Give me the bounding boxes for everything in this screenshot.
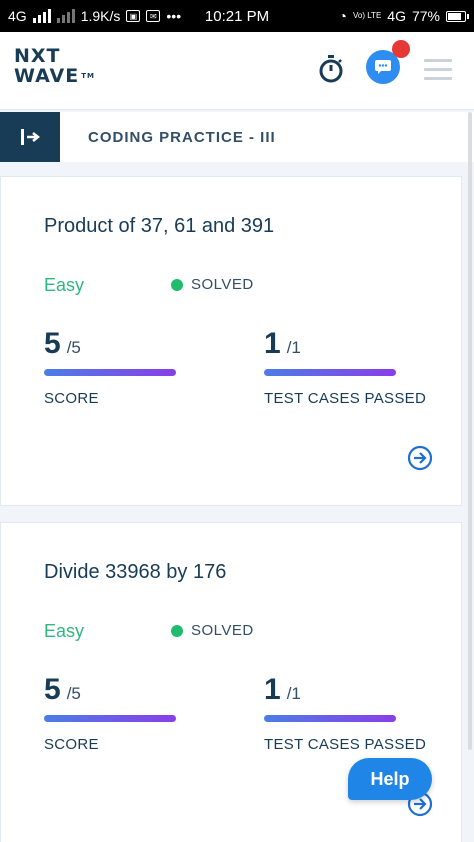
network-type-2: 4G bbox=[387, 8, 406, 24]
score-progress-bar bbox=[44, 715, 176, 722]
signal-icon-2 bbox=[56, 9, 75, 23]
mail-notification-icon: ✉ bbox=[146, 10, 161, 22]
network-type: 4G bbox=[8, 8, 27, 24]
score-label: SCORE bbox=[44, 390, 99, 407]
score-label: SCORE bbox=[44, 736, 99, 753]
score-progress-bar bbox=[44, 369, 176, 376]
breadcrumb-title: CODING PRACTICE - III bbox=[88, 129, 276, 146]
sidebar-toggle-icon bbox=[21, 129, 41, 145]
scrollbar[interactable] bbox=[468, 112, 472, 750]
score-value: 5 bbox=[44, 673, 61, 706]
problem-card[interactable]: Product of 37, 61 and 391 Easy SOLVED 5 … bbox=[0, 176, 462, 506]
sidebar-toggle-button[interactable] bbox=[0, 112, 60, 162]
nxtwave-logo[interactable]: NXT WAVE TM bbox=[14, 46, 95, 86]
chat-button[interactable] bbox=[366, 40, 410, 84]
test-cases-metric: 1 /1 TEST CASES PASSED bbox=[264, 327, 444, 407]
alarm-icon: ◔ bbox=[338, 8, 347, 24]
logo-line-2: WAVE bbox=[14, 65, 80, 87]
battery-percent: 77% bbox=[411, 8, 440, 24]
image-notification-icon: ▣ bbox=[126, 10, 141, 22]
app-header: NXT WAVE TM bbox=[0, 32, 474, 110]
arrow-circle-right-icon[interactable] bbox=[407, 445, 433, 471]
tests-value: 1 bbox=[264, 673, 281, 706]
chat-icon bbox=[375, 60, 391, 74]
network-speed: 1.9K/s bbox=[80, 8, 121, 24]
volte-indicator: Vo) LTE bbox=[352, 11, 382, 20]
stopwatch-icon[interactable] bbox=[318, 54, 344, 84]
difficulty-label: Easy bbox=[44, 621, 85, 641]
difficulty-label: Easy bbox=[44, 275, 85, 295]
problem-title[interactable]: Product of 37, 61 and 391 bbox=[44, 215, 274, 238]
logo-line-1: NXT bbox=[14, 45, 61, 67]
test-cases-metric: 1 /1 TEST CASES PASSED bbox=[264, 673, 444, 753]
menu-icon[interactable] bbox=[424, 59, 452, 81]
status-bar: 4G 1.9K/s ▣ ✉ ••• 10:21 PM ◔ Vo) LTE 4G … bbox=[0, 0, 474, 32]
score-total: /5 bbox=[66, 338, 81, 357]
solved-dot-icon bbox=[171, 624, 183, 637]
battery-icon bbox=[446, 10, 469, 22]
status-text: SOLVED bbox=[191, 276, 254, 293]
score-total: /5 bbox=[66, 684, 81, 703]
status-badge: SOLVED bbox=[171, 276, 254, 293]
score-metric: 5 /5 SCORE bbox=[44, 327, 234, 407]
score-metric: 5 /5 SCORE bbox=[44, 673, 234, 753]
signal-icon bbox=[32, 9, 51, 23]
tests-progress-bar bbox=[264, 715, 396, 722]
breadcrumb-bar: CODING PRACTICE - III bbox=[0, 112, 474, 162]
score-value: 5 bbox=[44, 327, 61, 360]
solved-dot-icon bbox=[171, 278, 183, 291]
problem-title[interactable]: Divide 33968 by 176 bbox=[44, 561, 226, 584]
status-badge: SOLVED bbox=[171, 622, 254, 639]
status-text: SOLVED bbox=[191, 622, 254, 639]
help-button[interactable]: Help bbox=[348, 758, 432, 800]
tests-label: TEST CASES PASSED bbox=[264, 390, 427, 407]
logo-tm: TM bbox=[81, 72, 95, 80]
tests-label: TEST CASES PASSED bbox=[264, 736, 427, 753]
tests-total: /1 bbox=[286, 338, 301, 357]
tests-total: /1 bbox=[286, 684, 301, 703]
tests-value: 1 bbox=[264, 327, 281, 360]
notification-dot bbox=[392, 40, 410, 58]
more-notifications-icon: ••• bbox=[166, 8, 182, 24]
tests-progress-bar bbox=[264, 369, 396, 376]
